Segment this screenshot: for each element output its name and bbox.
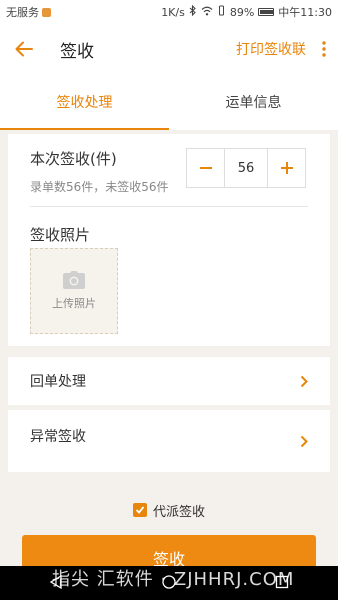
network-speed: 1K/s [161,5,185,19]
tab-bar: 签收处理 运单信息 [0,74,338,130]
quantity-input[interactable]: 56 [224,149,268,187]
status-right: 1K/s 89% 中午11:30 [161,4,332,20]
back-button[interactable] [0,24,48,74]
abnormal-sign-label: 异常签收 [30,429,86,445]
status-left: 无服务 [6,4,51,20]
vibrate-icon [217,5,226,19]
battery-level [260,10,273,14]
clock: 中午11:30 [278,6,332,19]
photo-label: 签收照片 [30,226,91,244]
abnormal-sign-row[interactable]: 异常签收 [8,410,330,472]
battery-icon [258,8,275,16]
agent-sign-label: 代派签收 [152,504,205,520]
tab-sign-handling[interactable]: 签收处理 [0,74,169,130]
print-receipt-button[interactable]: 打印签收联 [236,39,306,59]
arrow-left-icon [15,41,33,57]
chevron-right-icon [300,375,308,387]
sign-quantity-label: 本次签收(件) [30,150,117,168]
tab-waybill-info[interactable]: 运单信息 [169,74,338,130]
more-menu-button[interactable] [310,24,338,74]
sign-card: 本次签收(件) 录单数56件，未签收56件 56 签收照片 上传照片 [8,134,330,346]
chevron-right-icon [300,435,308,447]
upload-photo-button[interactable]: 上传照片 [30,248,118,334]
increment-button[interactable] [268,149,305,187]
status-bar: 无服务 1K/s 89% 中午11:30 [0,0,338,24]
decrement-button[interactable] [187,149,224,187]
agent-sign-checkbox[interactable] [132,503,147,517]
more-vertical-icon [322,41,326,57]
carrier-text: 无服务 [6,6,39,19]
minus-icon [199,167,212,169]
divider [30,206,308,207]
quantity-stepper: 56 [186,148,306,188]
wifi-icon [201,6,213,19]
battery-percent: 89% [229,5,255,19]
bluetooth-icon [189,4,197,19]
return-receipt-label: 回单处理 [30,374,86,390]
camera-icon [63,271,85,289]
plus-icon [280,162,293,174]
sign-quantity-summary: 录单数56件，未签收56件 [30,180,169,194]
check-icon [135,506,145,514]
app-bar: 签收 打印签收联 [0,24,338,74]
return-receipt-row[interactable]: 回单处理 [8,357,330,405]
notification-icon [42,7,51,17]
page-title: 签收 [60,41,94,62]
agent-sign-option[interactable]: 代派签收 [0,498,338,522]
upload-photo-label: 上传照片 [52,297,96,310]
watermark-text: 指尖 汇软件 · ZJHHRJ.COM [52,569,295,590]
